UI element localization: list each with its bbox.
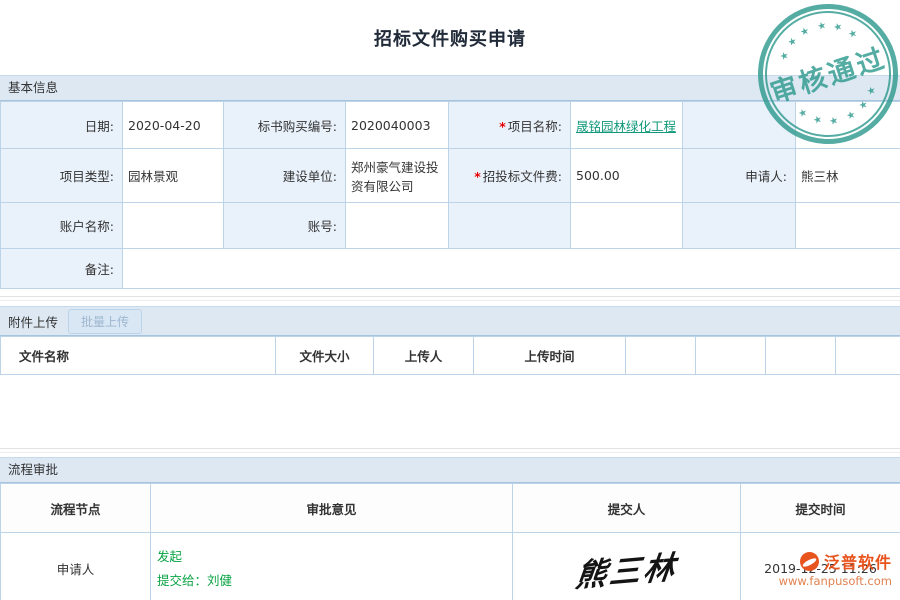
batch-upload-button[interactable]: 批量上传	[68, 309, 142, 334]
project-type-value: 园林景观	[123, 149, 224, 203]
project-name-label-text: 项目名称:	[508, 119, 562, 134]
watermark-brand-row: 泛普软件	[779, 549, 892, 573]
attachments-table: 文件名称 文件大小 上传人 上传时间	[0, 336, 900, 375]
attach-col-empty	[696, 337, 766, 375]
approval-action: 发起	[157, 545, 506, 569]
approval-submitter-cell: 熊三林	[513, 533, 741, 600]
project-type-label: 项目类型:	[1, 149, 123, 203]
approval-col-opinion: 审批意见	[151, 484, 513, 533]
applicant-value: 熊三林	[796, 149, 900, 203]
fanpu-watermark: 泛普软件 www.fanpusoft.com	[779, 549, 892, 588]
approval-col-node: 流程节点	[1, 484, 151, 533]
tender-document-purchase-form: 招标文件购买申请 审核通过 ★ ★ ★ ★ ★ ★ ★ ★ ★ ★ ★ ★ 基本…	[0, 0, 900, 600]
required-mark: *	[474, 169, 481, 184]
page-title: 招标文件购买申请	[374, 25, 526, 51]
empty-value-cell	[796, 102, 900, 149]
watermark-brand: 泛普软件	[824, 549, 892, 573]
section-separator	[0, 442, 900, 457]
project-name-label: *项目名称:	[449, 102, 571, 149]
attach-col-file-name: 文件名称	[1, 337, 276, 375]
section-attachments-header: 附件上传 批量上传	[0, 306, 900, 336]
title-bar: 招标文件购买申请	[0, 0, 900, 75]
doc-fee-label: *招投标文件费:	[449, 149, 571, 203]
empty-label-cell	[683, 102, 796, 149]
doc-fee-value: 500.00	[571, 149, 683, 203]
section-basic-info-header: 基本信息	[0, 75, 900, 101]
doc-fee-label-text: 招投标文件费:	[483, 169, 562, 184]
empty-label-cell	[449, 203, 571, 249]
submitter-signature: 熊三林	[573, 541, 680, 596]
watermark-url: www.fanpusoft.com	[779, 574, 892, 588]
date-value: 2020-04-20	[123, 102, 224, 149]
attach-col-empty	[766, 337, 836, 375]
empty-value-cell	[571, 203, 683, 249]
section-basic-info-title: 基本信息	[8, 80, 58, 95]
remark-value	[123, 249, 900, 289]
attach-col-file-size: 文件大小	[276, 337, 374, 375]
approval-col-submitter: 提交人	[513, 484, 741, 533]
attach-col-empty	[836, 337, 900, 375]
section-attachments-title: 附件上传	[8, 312, 58, 331]
build-unit-value: 郑州豪气建设投资有限公司	[346, 149, 449, 203]
required-mark: *	[499, 119, 506, 134]
empty-value-cell	[796, 203, 900, 249]
attach-col-upload-time: 上传时间	[474, 337, 626, 375]
account-name-label: 账户名称:	[1, 203, 123, 249]
approval-node: 申请人	[1, 533, 151, 600]
approval-opinion: 发起 提交给：刘健	[151, 533, 513, 600]
date-label: 日期:	[1, 102, 123, 149]
bid-no-label: 标书购买编号:	[224, 102, 346, 149]
fanpu-logo-icon	[800, 552, 819, 571]
account-no-label: 账号:	[224, 203, 346, 249]
bid-no-value: 2020040003	[346, 102, 449, 149]
account-no-value	[346, 203, 449, 249]
section-separator	[0, 289, 900, 306]
remark-label: 备注:	[1, 249, 123, 289]
project-name-link[interactable]: 晟铭园林绿化工程	[576, 119, 676, 134]
approval-table: 流程节点 审批意见 提交人 提交时间 申请人 发起 提交给：刘健 熊三林 201…	[0, 483, 900, 600]
attach-col-empty	[626, 337, 696, 375]
basic-info-table: 日期: 2020-04-20 标书购买编号: 2020040003 *项目名称:…	[0, 101, 900, 289]
attachments-empty-area	[0, 375, 900, 442]
project-name-cell: 晟铭园林绿化工程	[571, 102, 683, 149]
approval-col-time: 提交时间	[741, 484, 900, 533]
attach-col-uploader: 上传人	[374, 337, 474, 375]
account-name-value	[123, 203, 224, 249]
section-approval-title: 流程审批	[8, 462, 58, 477]
applicant-label: 申请人:	[683, 149, 796, 203]
section-approval-header: 流程审批	[0, 457, 900, 483]
build-unit-label: 建设单位:	[224, 149, 346, 203]
approval-row: 申请人 发起 提交给：刘健 熊三林 2019-12-25 11:26	[1, 533, 900, 600]
approval-submit-to: 提交给：刘健	[157, 569, 506, 593]
empty-label-cell	[683, 203, 796, 249]
